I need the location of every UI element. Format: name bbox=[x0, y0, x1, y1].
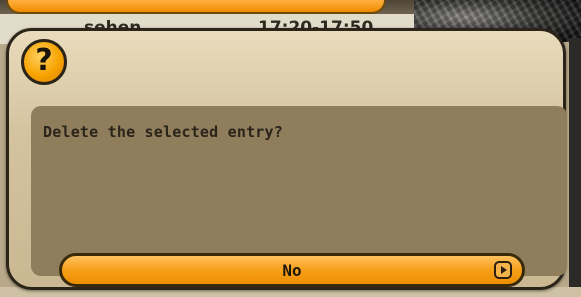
epg-selection-bar bbox=[6, 0, 386, 14]
question-mark-glyph: ? bbox=[35, 43, 53, 78]
question-mark-icon: ? bbox=[21, 39, 67, 85]
screen-frame-right bbox=[569, 38, 581, 297]
no-button[interactable]: No bbox=[59, 253, 525, 287]
no-button-label: No bbox=[282, 260, 302, 280]
play-icon bbox=[494, 261, 512, 279]
message-panel: Delete the selected entry? bbox=[31, 106, 567, 276]
dialog-message: Delete the selected entry? bbox=[43, 123, 283, 141]
confirm-dialog: ? Delete the selected entry? bbox=[6, 28, 567, 290]
